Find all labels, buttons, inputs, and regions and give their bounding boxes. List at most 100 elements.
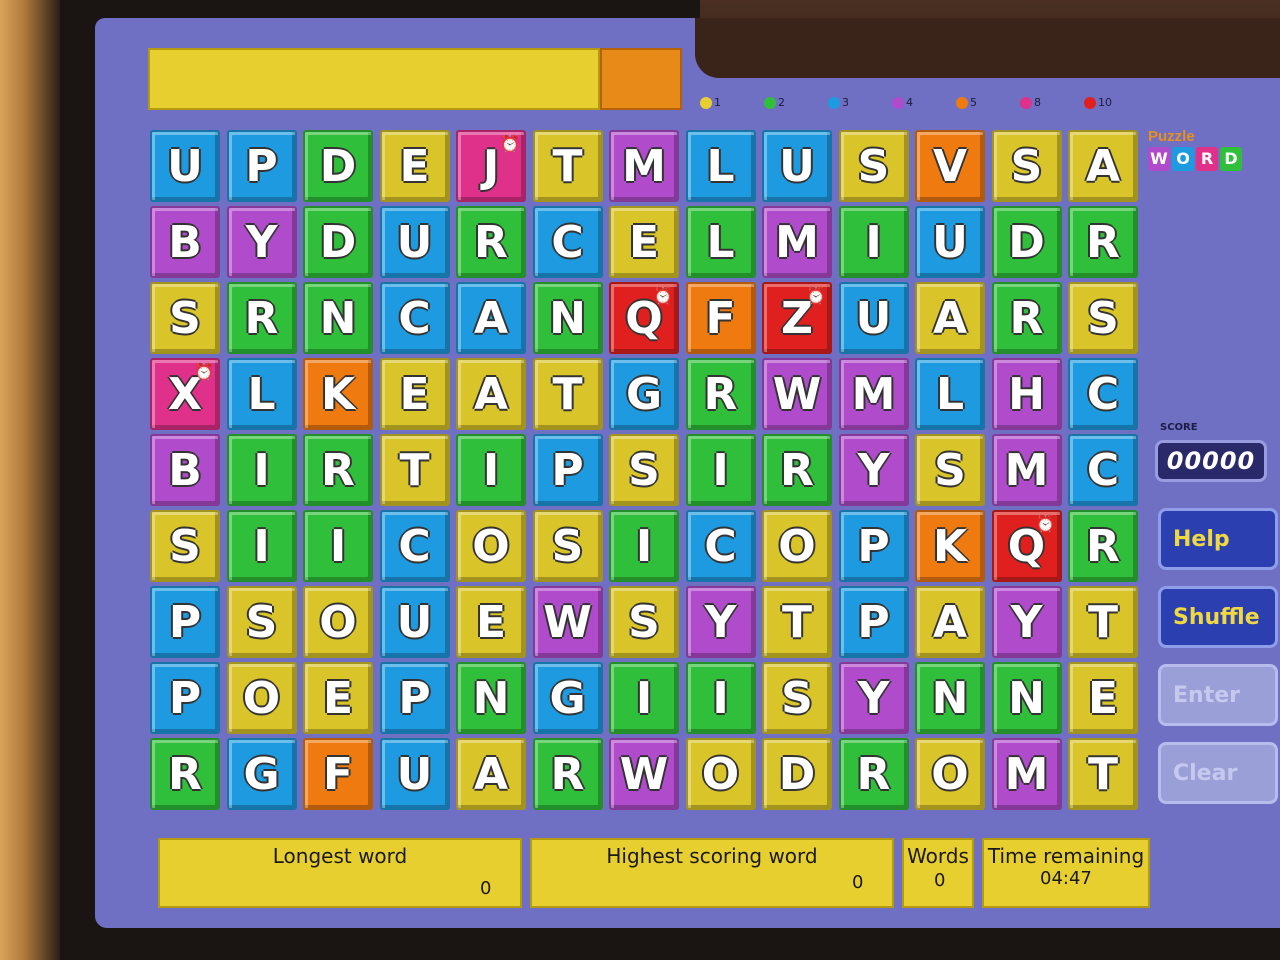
letter-tile[interactable]: F — [685, 282, 756, 354]
letter-tile[interactable]: I — [609, 510, 679, 582]
letter-tile[interactable]: C — [532, 206, 603, 278]
letter-tile[interactable]: R — [303, 434, 373, 506]
letter-tile[interactable]: U — [379, 206, 450, 278]
letter-tile[interactable]: Y — [838, 662, 909, 734]
letter-tile[interactable]: B — [150, 206, 220, 278]
letter-tile[interactable]: I — [609, 662, 679, 734]
letter-tile[interactable]: N — [303, 282, 373, 354]
letter-tile[interactable]: T — [1068, 738, 1138, 810]
letter-tile[interactable]: N — [456, 662, 526, 734]
letter-tile[interactable]: N — [532, 282, 603, 354]
letter-tile[interactable]: Y — [226, 206, 297, 278]
letter-tile[interactable]: M — [838, 358, 909, 430]
letter-tile[interactable]: R — [226, 282, 297, 354]
letter-tile[interactable]: I — [226, 510, 297, 582]
letter-tile[interactable]: S — [150, 282, 220, 354]
letter-tile[interactable]: Q ⏰ — [609, 282, 679, 354]
letter-tile[interactable]: S — [150, 510, 220, 582]
letter-tile[interactable]: P — [150, 662, 220, 734]
letter-tile[interactable]: I — [838, 206, 909, 278]
letter-tile[interactable]: N — [915, 662, 985, 734]
letter-tile[interactable]: L — [685, 130, 756, 202]
letter-tile[interactable]: G — [609, 358, 679, 430]
letter-tile[interactable]: K — [303, 358, 373, 430]
letter-tile[interactable]: I — [303, 510, 373, 582]
letter-tile[interactable]: S — [609, 586, 679, 658]
letter-tile[interactable]: E — [456, 586, 526, 658]
letter-tile[interactable]: U — [915, 206, 985, 278]
letter-tile[interactable]: E — [379, 130, 450, 202]
letter-tile[interactable]: A — [915, 586, 985, 658]
letter-tile[interactable]: R — [991, 282, 1062, 354]
letter-tile[interactable]: C — [1068, 358, 1138, 430]
letter-tile[interactable]: D — [762, 738, 832, 810]
letter-tile[interactable]: O — [226, 662, 297, 734]
enter-button[interactable]: Enter — [1158, 664, 1278, 726]
letter-tile[interactable]: Z ⏰ — [762, 282, 832, 354]
letter-tile[interactable]: M — [762, 206, 832, 278]
letter-tile[interactable]: W — [532, 586, 603, 658]
letter-tile[interactable]: P — [150, 586, 220, 658]
letter-tile[interactable]: M — [991, 434, 1062, 506]
letter-tile[interactable]: Y — [685, 586, 756, 658]
help-button[interactable]: Help — [1158, 508, 1278, 570]
letter-tile[interactable]: K — [915, 510, 985, 582]
letter-tile[interactable]: P — [838, 510, 909, 582]
letter-tile[interactable]: D — [303, 206, 373, 278]
letter-tile[interactable]: Y — [838, 434, 909, 506]
letter-tile[interactable]: G — [226, 738, 297, 810]
letter-tile[interactable]: P — [379, 662, 450, 734]
letter-tile[interactable]: D — [991, 206, 1062, 278]
letter-tile[interactable]: I — [685, 434, 756, 506]
letter-tile[interactable]: R — [456, 206, 526, 278]
letter-tile[interactable]: S — [762, 662, 832, 734]
letter-tile[interactable]: F — [303, 738, 373, 810]
letter-tile[interactable]: E — [609, 206, 679, 278]
letter-tile[interactable]: S — [226, 586, 297, 658]
letter-tile[interactable]: O — [303, 586, 373, 658]
letter-tile[interactable]: U — [379, 738, 450, 810]
letter-tile[interactable]: M — [609, 130, 679, 202]
letter-tile[interactable]: S — [532, 510, 603, 582]
letter-tile[interactable]: R — [1068, 510, 1138, 582]
letter-tile[interactable]: A — [456, 738, 526, 810]
letter-tile[interactable]: P — [532, 434, 603, 506]
letter-tile[interactable]: U — [762, 130, 832, 202]
letter-tile[interactable]: Q ⏰ — [991, 510, 1062, 582]
letter-tile[interactable]: I — [456, 434, 526, 506]
letter-tile[interactable]: L — [685, 206, 756, 278]
letter-tile[interactable]: S — [915, 434, 985, 506]
letter-tile[interactable]: H — [991, 358, 1062, 430]
letter-tile[interactable]: S — [609, 434, 679, 506]
letter-tile[interactable]: S — [1068, 282, 1138, 354]
letter-tile[interactable]: A — [456, 282, 526, 354]
letter-tile[interactable]: R — [150, 738, 220, 810]
letter-tile[interactable]: X ⏰ — [150, 358, 220, 430]
letter-tile[interactable]: G — [532, 662, 603, 734]
letter-tile[interactable]: R — [762, 434, 832, 506]
letter-tile[interactable]: U — [838, 282, 909, 354]
letter-tile[interactable]: M — [991, 738, 1062, 810]
letter-tile[interactable]: L — [915, 358, 985, 430]
letter-tile[interactable]: A — [1068, 130, 1138, 202]
letter-tile[interactable]: V — [915, 130, 985, 202]
letter-tile[interactable]: T — [532, 358, 603, 430]
letter-tile[interactable]: Y — [991, 586, 1062, 658]
letter-tile[interactable]: U — [379, 586, 450, 658]
letter-tile[interactable]: A — [456, 358, 526, 430]
shuffle-button[interactable]: Shuffle — [1158, 586, 1278, 648]
letter-tile[interactable]: U — [150, 130, 220, 202]
letter-tile[interactable]: O — [915, 738, 985, 810]
letter-tile[interactable]: P — [226, 130, 297, 202]
letter-tile[interactable]: W — [609, 738, 679, 810]
letter-tile[interactable]: O — [685, 738, 756, 810]
letter-tile[interactable]: T — [1068, 586, 1138, 658]
letter-tile[interactable]: R — [1068, 206, 1138, 278]
clear-button[interactable]: Clear — [1158, 742, 1278, 804]
letter-tile[interactable]: P — [838, 586, 909, 658]
letter-tile[interactable]: J ⏰ — [456, 130, 526, 202]
letter-tile[interactable]: I — [226, 434, 297, 506]
letter-tile[interactable]: N — [991, 662, 1062, 734]
letter-tile[interactable]: L — [226, 358, 297, 430]
letter-tile[interactable]: O — [762, 510, 832, 582]
